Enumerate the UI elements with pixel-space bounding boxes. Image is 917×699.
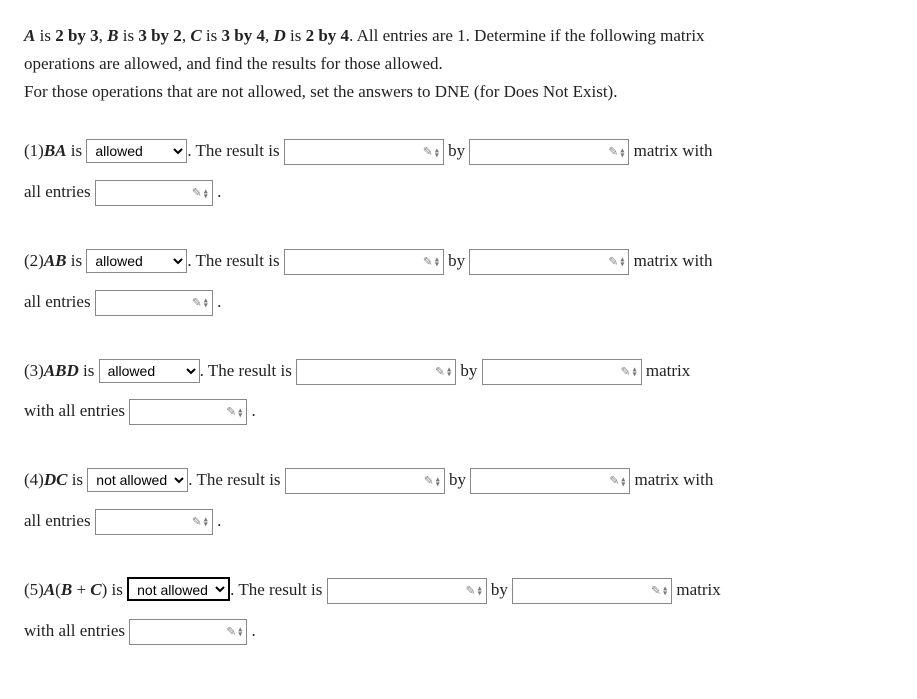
expr-B: B [61,580,72,599]
stepper-icon: ▴▾ [204,298,208,308]
question-expr: ABD [44,361,79,380]
problem-statement: A is 2 by 3, B is 3 by 2, C is 3 by 4, D… [24,24,893,103]
question-number: (4) [24,470,44,489]
stepper-icon: ▴▾ [663,586,667,596]
cols-input[interactable]: ✎▴▾ [512,578,672,604]
stepper-icon: ▴▾ [204,517,208,527]
question-4: (4)DC is allowed not allowed . The resul… [24,460,893,542]
pencil-icon: ✎ [226,398,236,427]
pencil-icon: ✎ [621,357,631,386]
pencil-icon: ✎ [423,248,433,277]
question-number: (3) [24,361,44,380]
allowed-select[interactable]: allowed not allowed [87,468,188,492]
question-number: (1) [24,141,44,160]
question-number: (2) [24,251,44,270]
statement-line-3: For those operations that are not allowe… [24,80,893,104]
rows-input[interactable]: ✎▴▾ [285,468,445,494]
matrix-C: C [190,26,201,45]
pencil-icon: ✎ [226,617,236,646]
stepper-icon: ▴▾ [621,476,625,486]
stepper-icon: ▴▾ [435,147,439,157]
cols-input[interactable]: ✎▴▾ [470,468,630,494]
rows-input[interactable]: ✎▴▾ [296,359,456,385]
question-3: (3)ABD is allowed not allowed . The resu… [24,351,893,433]
statement-line-1: A is 2 by 3, B is 3 by 2, C is 3 by 4, D… [24,24,893,48]
question-number: (5) [24,580,44,599]
entries-input[interactable]: ✎▴▾ [129,399,247,425]
pencil-icon: ✎ [192,288,202,317]
rows-input[interactable]: ✎▴▾ [327,578,487,604]
matrix-B: B [107,26,118,45]
stepper-icon: ▴▾ [435,257,439,267]
stepper-icon: ▴▾ [447,367,451,377]
expr-A: A [44,580,55,599]
allowed-select[interactable]: allowed not allowed [99,359,200,383]
question-expr: DC [44,470,68,489]
allowed-select[interactable]: allowed not allowed [127,577,230,601]
expr-C: C [90,580,101,599]
stepper-icon: ▴▾ [478,586,482,596]
stepper-icon: ▴▾ [633,367,637,377]
pencil-icon: ✎ [609,467,619,496]
pencil-icon: ✎ [608,138,618,167]
question-5: (5)A(B + C) is allowed not allowed . The… [24,570,893,652]
stepper-icon: ▴▾ [620,147,624,157]
pencil-icon: ✎ [192,508,202,537]
entries-input[interactable]: ✎▴▾ [95,290,213,316]
question-expr: BA [44,141,67,160]
entries-input[interactable]: ✎▴▾ [95,180,213,206]
allowed-select[interactable]: allowed not allowed [86,249,187,273]
cols-input[interactable]: ✎▴▾ [469,249,629,275]
stepper-icon: ▴▾ [620,257,624,267]
stepper-icon: ▴▾ [204,188,208,198]
allowed-select[interactable]: allowed not allowed [86,139,187,163]
question-2: (2)AB is allowed not allowed . The resul… [24,241,893,323]
pencil-icon: ✎ [192,179,202,208]
stepper-icon: ▴▾ [436,476,440,486]
entries-input[interactable]: ✎▴▾ [129,619,247,645]
statement-line-2: operations are allowed, and find the res… [24,52,893,76]
pencil-icon: ✎ [608,248,618,277]
question-expr: AB [44,251,67,270]
stepper-icon: ▴▾ [238,407,242,417]
matrix-D: D [273,26,285,45]
pencil-icon: ✎ [651,576,661,605]
pencil-icon: ✎ [435,357,445,386]
rows-input[interactable]: ✎▴▾ [284,139,444,165]
question-1: (1)BA is allowed not allowed . The resul… [24,131,893,213]
stepper-icon: ▴▾ [238,627,242,637]
pencil-icon: ✎ [466,576,476,605]
cols-input[interactable]: ✎▴▾ [482,359,642,385]
entries-input[interactable]: ✎▴▾ [95,509,213,535]
cols-input[interactable]: ✎▴▾ [469,139,629,165]
matrix-A: A [24,26,35,45]
pencil-icon: ✎ [423,138,433,167]
pencil-icon: ✎ [424,467,434,496]
rows-input[interactable]: ✎▴▾ [284,249,444,275]
